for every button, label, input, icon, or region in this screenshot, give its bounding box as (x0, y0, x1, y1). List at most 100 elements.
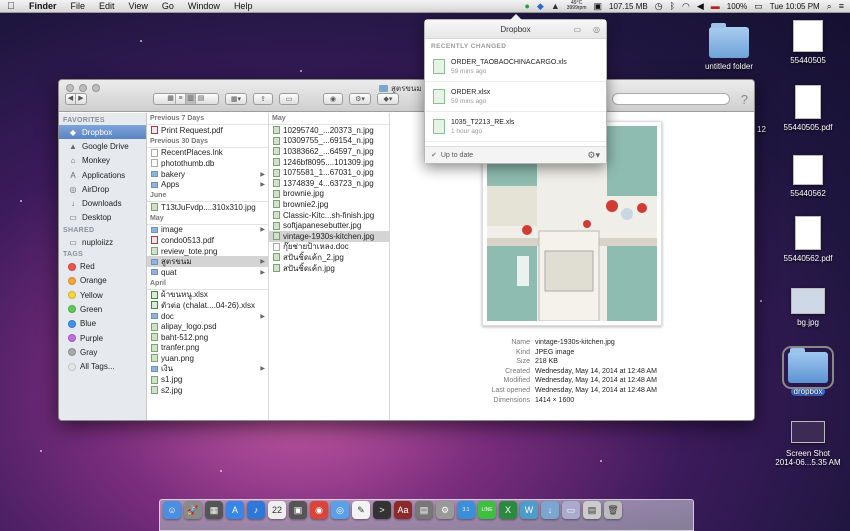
sidebar-tag-all-tags-[interactable]: All Tags... (59, 359, 146, 373)
sidebar-tag-purple[interactable]: Purple (59, 331, 146, 345)
file-row[interactable]: softjapanesebutter.jpg (269, 220, 389, 231)
share-button[interactable]: ⇪ (253, 93, 273, 105)
file-row[interactable]: Classic-Kitc...sh-finish.jpg (269, 210, 389, 221)
file-row[interactable]: 1246bf8095....101309.jpg (269, 157, 389, 168)
textedit-dock-icon[interactable]: ✎ (352, 501, 370, 519)
help-icon[interactable]: ? (741, 92, 748, 107)
dropbox-toolbar-button[interactable]: ◆▾ (377, 93, 399, 105)
list-view-icon[interactable]: ≡ (176, 94, 186, 104)
sidebar-item-downloads[interactable]: ↓ Downloads (59, 196, 146, 210)
dropbox-menu-icon[interactable]: ◆ (537, 1, 544, 12)
quick-look-button[interactable]: ◉ (323, 93, 343, 105)
dropbox-recent-item[interactable]: 1035_T2213_RE.xls 1 hour ago (425, 112, 606, 142)
file-row[interactable]: 1374839_4...63723_n.jpg (269, 178, 389, 189)
apple-menu-icon[interactable]:  (0, 1, 22, 12)
sidebar-item-applications[interactable]: A Applications (59, 168, 146, 182)
downloads-dock-icon[interactable]: ↓ (541, 501, 559, 519)
excel-dock-icon[interactable]: X (499, 501, 517, 519)
sidebar-tag-green[interactable]: Green (59, 302, 146, 316)
documents-dock-icon[interactable]: ▭ (562, 501, 580, 519)
file-row[interactable]: s1.jpg (147, 374, 268, 385)
sidebar-item-airdrop[interactable]: ◎ AirDrop (59, 182, 146, 196)
file-row[interactable]: bakery ▶ (147, 169, 268, 180)
file-row[interactable]: alipay_logo.psd (147, 321, 268, 332)
file-row[interactable]: Print Request.pdf (147, 125, 268, 136)
launchpad-dock-icon[interactable]: 🚀 (184, 501, 202, 519)
file-row[interactable]: image ▶ (147, 225, 268, 236)
google-drive-menu-icon[interactable]: ▲ (551, 1, 560, 11)
sidebar-tag-red[interactable]: Red (59, 259, 146, 273)
sidebar-item-desktop[interactable]: ▭ Desktop (59, 211, 146, 225)
column-view-icon[interactable]: ▥ (186, 94, 196, 104)
back-button[interactable]: ◀ (66, 94, 76, 104)
temperature-readout[interactable]: 49°C 3999rpm (567, 1, 587, 11)
notification-center-icon[interactable]: ≡ (839, 1, 844, 11)
sidebar-tag-gray[interactable]: Gray (59, 345, 146, 359)
menu-view[interactable]: View (122, 1, 155, 11)
file-row[interactable]: condo0513.pdf (147, 235, 268, 246)
file-row[interactable]: photothumb.db (147, 158, 268, 169)
bluetooth-icon[interactable]: ᛒ (670, 1, 675, 11)
app-store-dock-icon[interactable]: A (226, 501, 244, 519)
desktop-icon-55440562[interactable]: 55440562 (768, 155, 848, 198)
spotlight-icon[interactable]: ⌕ (827, 1, 832, 12)
menu-window[interactable]: Window (181, 1, 227, 11)
forward-button[interactable]: ▶ (76, 94, 86, 104)
zoom-button[interactable] (92, 84, 100, 92)
battery-icon[interactable]: ▭ (754, 1, 763, 12)
desktop-icon-55440505-pdf[interactable]: 55440505.pdf (768, 85, 848, 132)
dropbox-recent-item[interactable]: ORDER_TAOBAOCHINACARGO.xls 59 mins ago (425, 52, 606, 82)
time-machine-icon[interactable]: ◷ (655, 1, 663, 12)
desktop-icon-untitled-folder[interactable]: untitled folder (689, 23, 769, 71)
file-row[interactable]: 10295740_...20373_n.jpg (269, 125, 389, 136)
safari-dock-icon[interactable]: ◎ (331, 501, 349, 519)
close-button[interactable] (66, 84, 74, 92)
file-row[interactable]: ตัวต่อ (chalat....04-26).xlsx (147, 300, 268, 311)
file-row[interactable]: สปันชิ้ดเค้ก.jpg (269, 263, 389, 274)
cover-flow-icon[interactable]: ▤ (196, 94, 206, 104)
icon-view-icon[interactable]: ▦ (166, 94, 176, 104)
settings-dock-icon[interactable]: ⚙ (436, 501, 454, 519)
preview-dock-icon[interactable]: ▤ (415, 501, 433, 519)
menu-file[interactable]: File (64, 1, 93, 11)
minimize-button[interactable] (79, 84, 87, 92)
file-row[interactable]: 10383662_...64597_n.jpg (269, 146, 389, 157)
sidebar-item-google-drive[interactable]: ▲ Google Drive (59, 139, 146, 153)
file-row[interactable]: doc ▶ (147, 311, 268, 322)
menu-finder[interactable]: Finder (22, 1, 64, 11)
chat-dock-icon[interactable]: 3.1 (457, 501, 475, 519)
file-row[interactable]: brownie.jpg (269, 189, 389, 200)
file-row[interactable]: สูตรขนม ▶ (147, 256, 268, 267)
wifi-icon[interactable]: ◠ (682, 1, 690, 12)
sidebar-tag-blue[interactable]: Blue (59, 317, 146, 331)
file-row[interactable]: brownie2.jpg (269, 199, 389, 210)
menu-help[interactable]: Help (227, 1, 260, 11)
chrome-dock-icon[interactable]: ◉ (310, 501, 328, 519)
volume-icon[interactable]: ◀ (697, 1, 704, 12)
sidebar-item-dropbox[interactable]: ◆ Dropbox (59, 125, 146, 140)
desktop-icon-55440562-pdf[interactable]: 55440562.pdf (768, 216, 848, 263)
desktop-icon-55440505[interactable]: 55440505 (768, 20, 848, 65)
file-row[interactable]: Apps ▶ (147, 179, 268, 190)
stack-dock-icon[interactable]: ▤ (583, 501, 601, 519)
finder-dock-icon[interactable]: ☺ (163, 501, 181, 519)
sidebar-tag-orange[interactable]: Orange (59, 274, 146, 288)
status-indicator-icon[interactable]: ● (524, 1, 529, 11)
memory-readout[interactable]: 107.15 MB (609, 2, 648, 11)
desktop-icon-screen-shot[interactable]: Screen Shot 2014-06...5.35 AM (768, 421, 848, 467)
file-row[interactable]: 10309755_...69154_n.jpg (269, 136, 389, 147)
file-row[interactable]: RecentPlaces.lnk (147, 148, 268, 159)
flag-icon[interactable]: ▬ (711, 1, 720, 11)
word-dock-icon[interactable]: W (520, 501, 538, 519)
photo-dock-icon[interactable]: ▣ (289, 501, 307, 519)
gear-icon[interactable]: ⚙▾ (587, 150, 600, 161)
desktop-icon-dropbox[interactable]: dropbox (768, 346, 848, 396)
arrange-button[interactable]: ▦▾ (225, 93, 247, 105)
file-row[interactable]: tranfer.png (147, 343, 268, 354)
open-folder-icon[interactable]: ▭ (573, 20, 581, 39)
sidebar-item-nuploiizz[interactable]: ▭ nuploiizz (59, 235, 146, 249)
file-row[interactable]: เงิน ▶ (147, 364, 268, 375)
itunes-dock-icon[interactable]: ♪ (247, 501, 265, 519)
terminal-dock-icon[interactable]: > (373, 501, 391, 519)
tags-button[interactable]: ▭ (279, 93, 299, 105)
